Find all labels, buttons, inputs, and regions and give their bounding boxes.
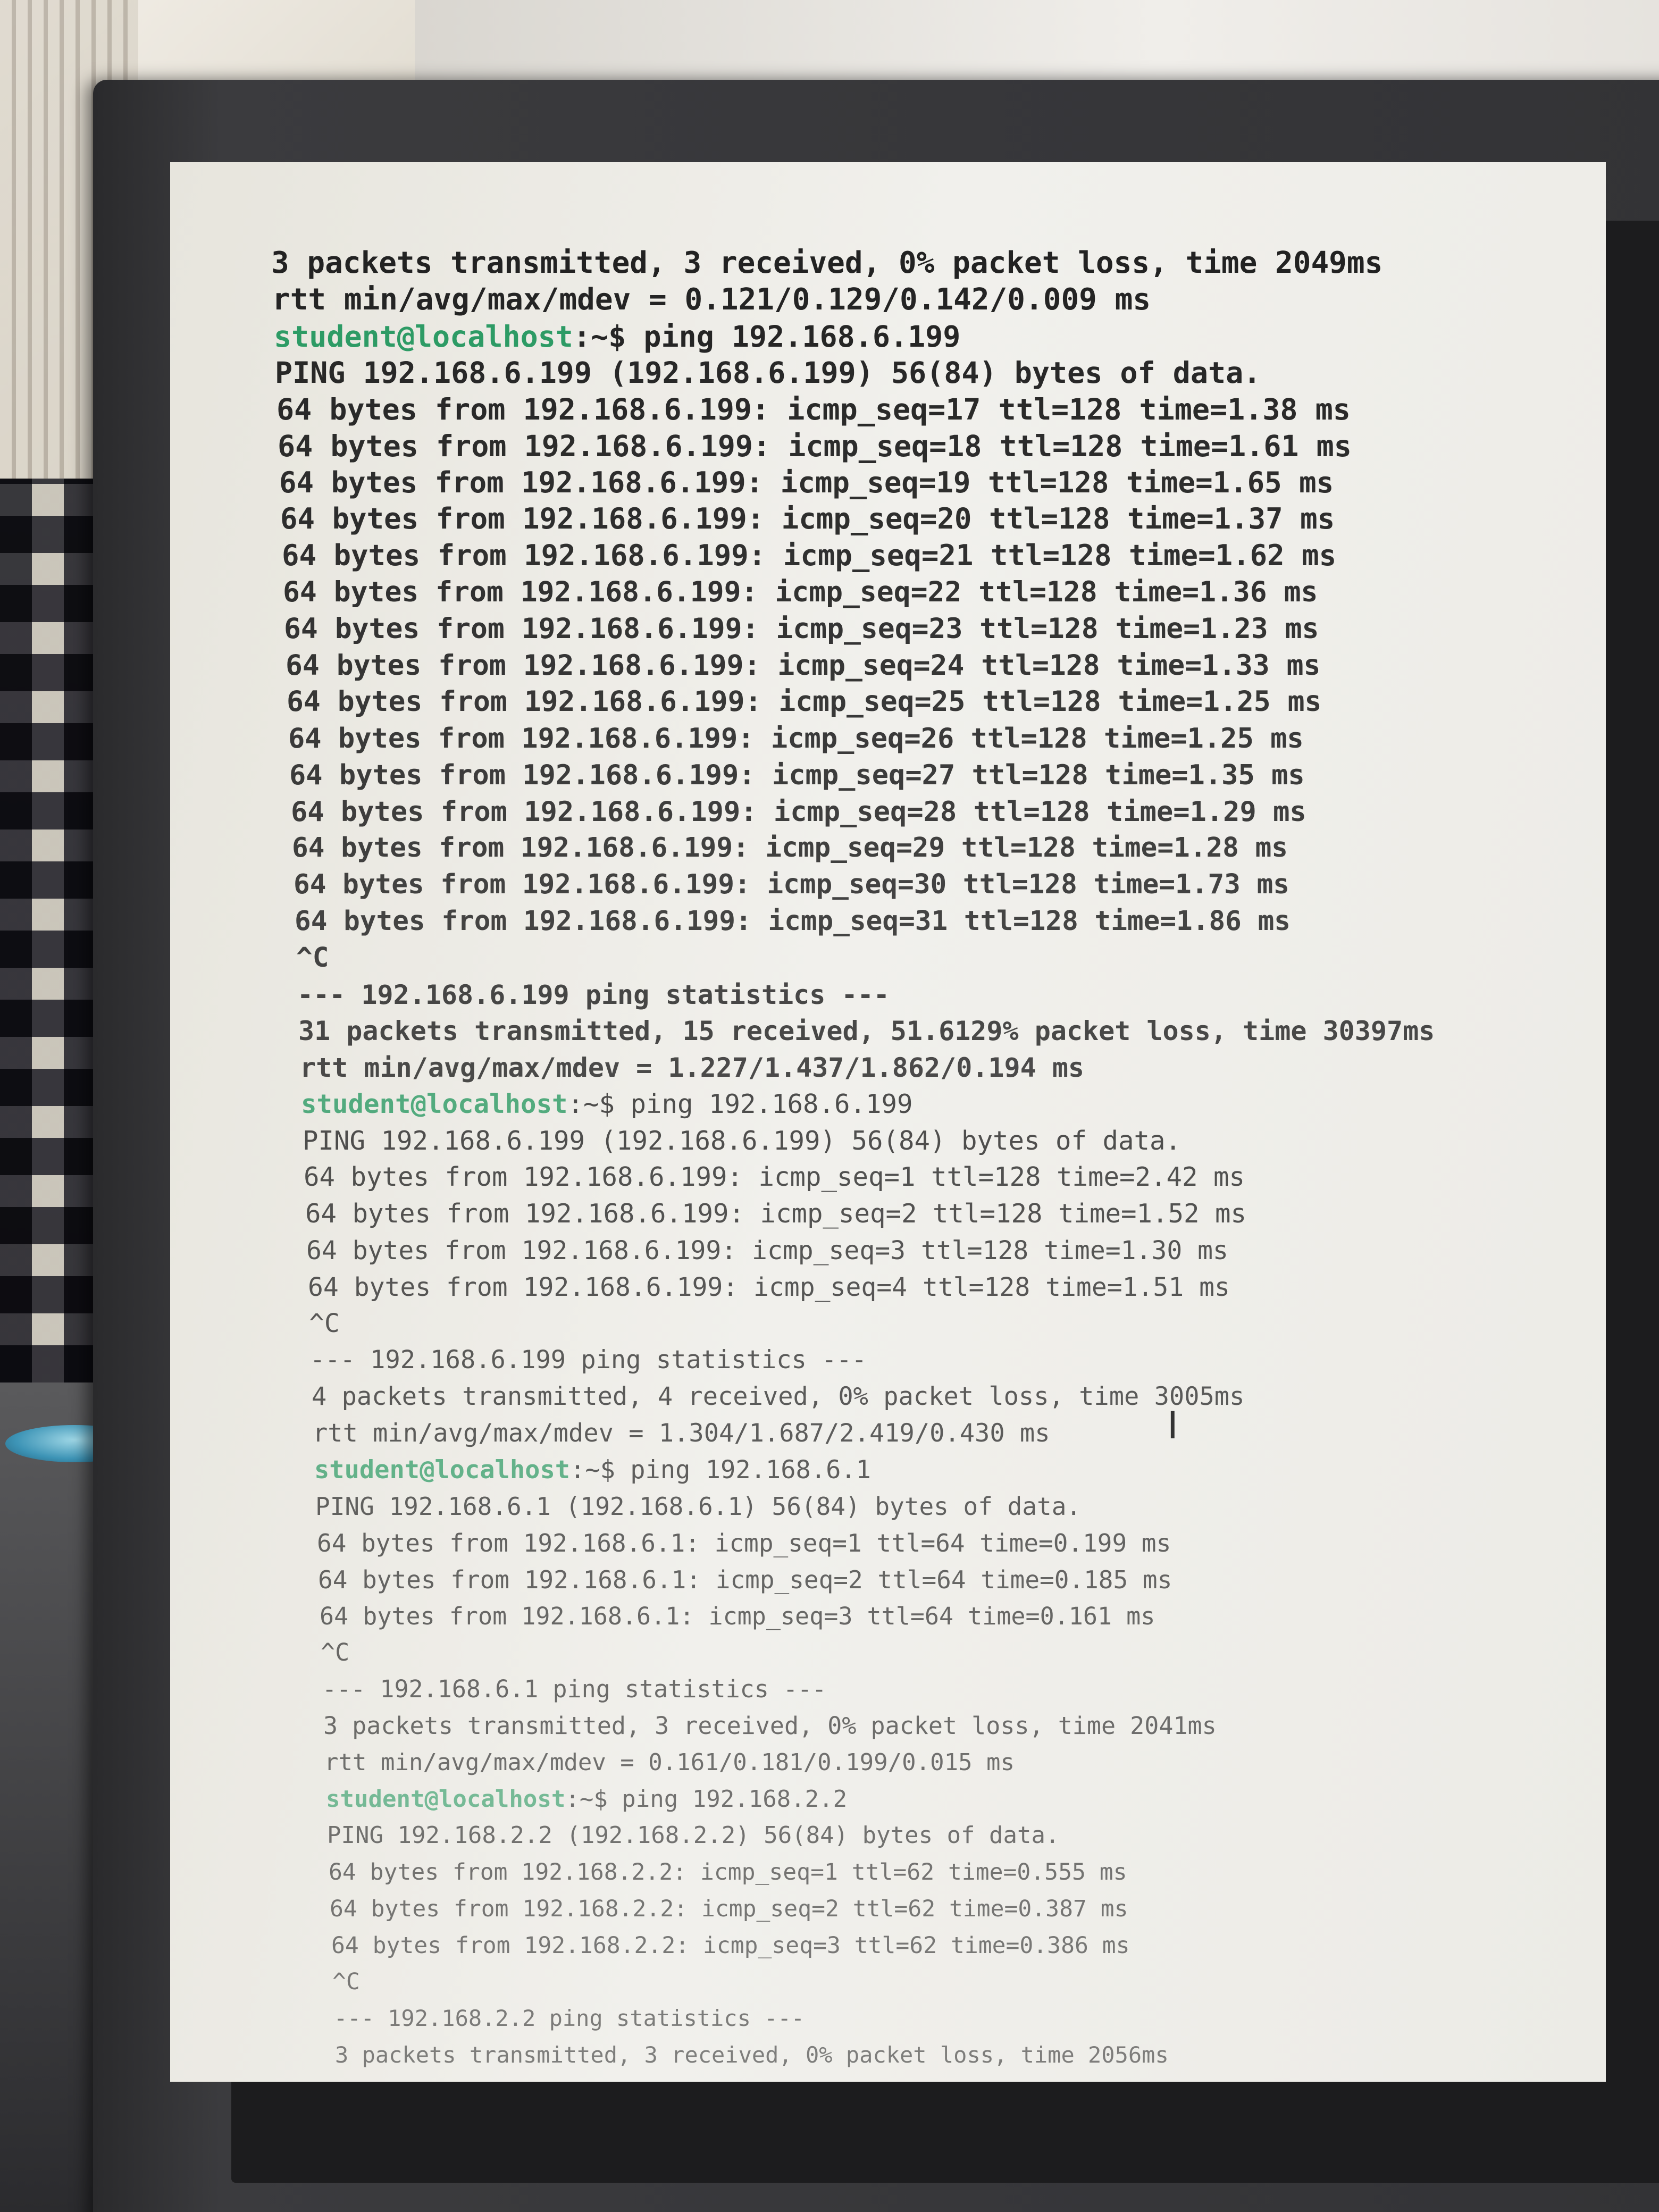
terminal-line: rtt min/avg/max/mdev = 0.161/0.181/0.199… xyxy=(324,1749,1015,1776)
terminal-line: 3 packets transmitted, 3 received, 0% pa… xyxy=(271,246,1383,280)
terminal-line: 64 bytes from 192.168.6.199: icmp_seq=29… xyxy=(292,832,1288,864)
terminal-line: --- 192.168.6.1 ping statistics --- xyxy=(322,1675,827,1703)
terminal-line: 64 bytes from 192.168.6.199: icmp_seq=27… xyxy=(289,759,1305,791)
terminal-line: 64 bytes from 192.168.2.2: icmp_seq=3 tt… xyxy=(331,1932,1130,1959)
terminal-line: --- 192.168.2.2 ping statistics --- xyxy=(334,2005,805,2031)
terminal-line: 64 bytes from 192.168.6.199: icmp_seq=25… xyxy=(287,685,1322,718)
terminal-prompt-line: student@localhost:~$ ping 192.168.2.2 xyxy=(326,1783,847,1815)
photo-scene: 3 packets transmitted, 3 received, 0% pa… xyxy=(0,0,1659,2212)
terminal-line: 64 bytes from 192.168.6.199: icmp_seq=30… xyxy=(294,869,1289,900)
terminal-line: 4 packets transmitted, 4 received, 0% pa… xyxy=(312,1382,1245,1411)
terminal-line: 64 bytes from 192.168.6.199: icmp_seq=21… xyxy=(282,539,1337,572)
terminal-line: 31 packets transmitted, 15 received, 51.… xyxy=(298,1016,1435,1046)
terminal-line: 64 bytes from 192.168.6.199: icmp_seq=23… xyxy=(284,613,1319,645)
terminal-line: 64 bytes from 192.168.6.199: icmp_seq=20… xyxy=(280,502,1335,535)
terminal-line: 64 bytes from 192.168.2.2: icmp_seq=1 tt… xyxy=(329,1859,1127,1886)
terminal-output: 3 packets transmitted, 3 received, 0% pa… xyxy=(170,162,1606,2082)
terminal-line: 64 bytes from 192.168.6.199: icmp_seq=2 … xyxy=(305,1199,1247,1229)
prompt-command: :~$ ping 192.168.6.199 xyxy=(567,1089,913,1119)
terminal-line: 64 bytes from 192.168.6.199: icmp_seq=3 … xyxy=(306,1236,1228,1266)
terminal-prompt-line: student@localhost:~$ ping 192.168.6.1 xyxy=(314,1454,871,1486)
terminal-line: 64 bytes from 192.168.6.1: icmp_seq=3 tt… xyxy=(320,1602,1155,1630)
terminal-screen[interactable]: 3 packets transmitted, 3 received, 0% pa… xyxy=(170,162,1606,2082)
terminal-prompt-line: student@localhost:~$ ping 192.168.6.199 xyxy=(301,1088,913,1120)
terminal-line: --- 192.168.6.199 ping statistics --- xyxy=(310,1345,867,1375)
terminal-line: PING 192.168.6.199 (192.168.6.199) 56(84… xyxy=(275,356,1261,390)
terminal-line: rtt min/avg/max/mdev = 1.304/1.687/2.419… xyxy=(313,1419,1050,1448)
terminal-line: ^C xyxy=(296,942,329,974)
prompt-command: :~$ ping 192.168.6.1 xyxy=(570,1455,871,1485)
terminal-line: ^C xyxy=(321,1638,350,1666)
terminal-line: ^C xyxy=(309,1309,340,1338)
terminal-line: PING 192.168.2.2 (192.168.2.2) 56(84) by… xyxy=(327,1822,1060,1849)
terminal-line: 3 packets transmitted, 3 received, 0% pa… xyxy=(335,2042,1169,2068)
terminal-line: 64 bytes from 192.168.6.1: icmp_seq=2 tt… xyxy=(318,1565,1172,1594)
terminal-line: 64 bytes from 192.168.6.199: icmp_seq=22… xyxy=(283,576,1318,608)
prompt-command: :~$ ping 192.168.2.2 xyxy=(565,1786,848,1813)
terminal-line: 64 bytes from 192.168.6.199: icmp_seq=4 … xyxy=(308,1272,1230,1302)
terminal-line: PING 192.168.6.1 (192.168.6.1) 56(84) by… xyxy=(315,1492,1082,1521)
terminal-line: --- 192.168.6.199 ping statistics --- xyxy=(297,979,890,1010)
terminal-line: 64 bytes from 192.168.6.199: icmp_seq=28… xyxy=(291,796,1306,828)
terminal-line: 64 bytes from 192.168.6.1: icmp_seq=1 tt… xyxy=(317,1529,1171,1557)
terminal-line: rtt min/avg/max/mdev = 0.121/0.129/0.142… xyxy=(272,282,1151,317)
terminal-line: 64 bytes from 192.168.6.199: icmp_seq=1 … xyxy=(304,1162,1245,1192)
terminal-line: 64 bytes from 192.168.6.199: icmp_seq=18… xyxy=(278,429,1352,463)
text-cursor-icon: I xyxy=(1167,1404,1178,1447)
terminal-line: 64 bytes from 192.168.6.199: icmp_seq=19… xyxy=(279,466,1334,499)
prompt-user-host: student@localhost xyxy=(314,1455,571,1485)
terminal-line: rtt min/avg/max/mdev = 1.227/1.437/1.862… xyxy=(300,1052,1085,1083)
terminal-line: 64 bytes from 192.168.6.199: icmp_seq=31… xyxy=(295,906,1291,937)
terminal-prompt-line: student@localhost:~$ ping 192.168.6.199 xyxy=(274,321,960,353)
terminal-line: 3 packets transmitted, 3 received, 0% pa… xyxy=(323,1712,1217,1740)
prompt-user-host: student@localhost xyxy=(301,1089,568,1119)
terminal-line: PING 192.168.6.199 (192.168.6.199) 56(84… xyxy=(303,1126,1182,1156)
terminal-line: ^C xyxy=(332,1968,360,1995)
terminal-line: 64 bytes from 192.168.6.199: icmp_seq=26… xyxy=(288,723,1304,755)
terminal-line: 64 bytes from 192.168.6.199: icmp_seq=17… xyxy=(276,392,1351,426)
terminal-line: 64 bytes from 192.168.2.2: icmp_seq=2 tt… xyxy=(330,1896,1128,1922)
prompt-command: :~$ ping 192.168.6.199 xyxy=(573,320,961,354)
prompt-user-host: student@localhost xyxy=(326,1786,566,1813)
terminal-line: 64 bytes from 192.168.6.199: icmp_seq=24… xyxy=(286,649,1321,682)
prompt-user-host: student@localhost xyxy=(274,320,573,354)
